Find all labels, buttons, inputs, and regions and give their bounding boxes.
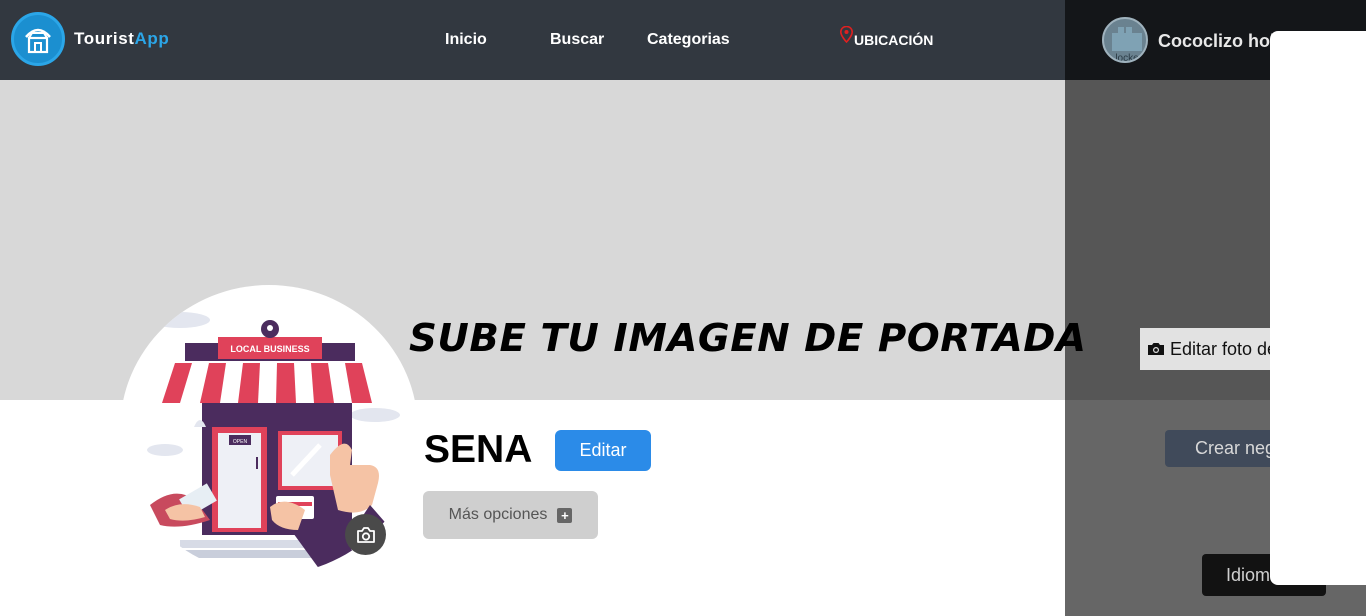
more-options-button[interactable]: Más opciones +: [423, 491, 598, 539]
camera-icon: [1148, 343, 1164, 355]
plus-icon: +: [557, 507, 573, 523]
nav-ubicacion[interactable]: UBICACIÓN: [840, 26, 933, 48]
brand-part1: Tourist: [74, 29, 135, 48]
nav-categorias[interactable]: Categorias: [647, 31, 730, 49]
change-avatar-button[interactable]: [345, 514, 386, 555]
nav-buscar[interactable]: Buscar: [550, 31, 604, 49]
nav-inicio[interactable]: Inicio: [445, 31, 487, 49]
side-drawer-panel: [1270, 31, 1366, 585]
user-name[interactable]: Cococlizo hol: [1158, 31, 1275, 52]
cover-placeholder-text: SUBE TU IMAGEN DE PORTADA: [409, 316, 1087, 360]
business-name: SENA: [424, 428, 533, 471]
location-pin-icon: [840, 26, 853, 43]
brand-name[interactable]: TouristApp: [74, 29, 169, 49]
avatar-door-text: OPEN: [233, 439, 248, 445]
location-label: UBICACIÓN: [854, 32, 934, 48]
brand-part2: App: [134, 29, 170, 48]
avatar-sign-text: LOCAL BUSINESS: [230, 344, 309, 354]
logo-icon[interactable]: [11, 12, 65, 66]
more-options-label: Más opciones: [448, 506, 548, 523]
camera-icon: [356, 526, 375, 543]
user-avatar[interactable]: locke: [1102, 17, 1148, 63]
edit-button[interactable]: Editar: [555, 430, 651, 471]
edit-cover-label: Editar foto de: [1170, 338, 1278, 359]
